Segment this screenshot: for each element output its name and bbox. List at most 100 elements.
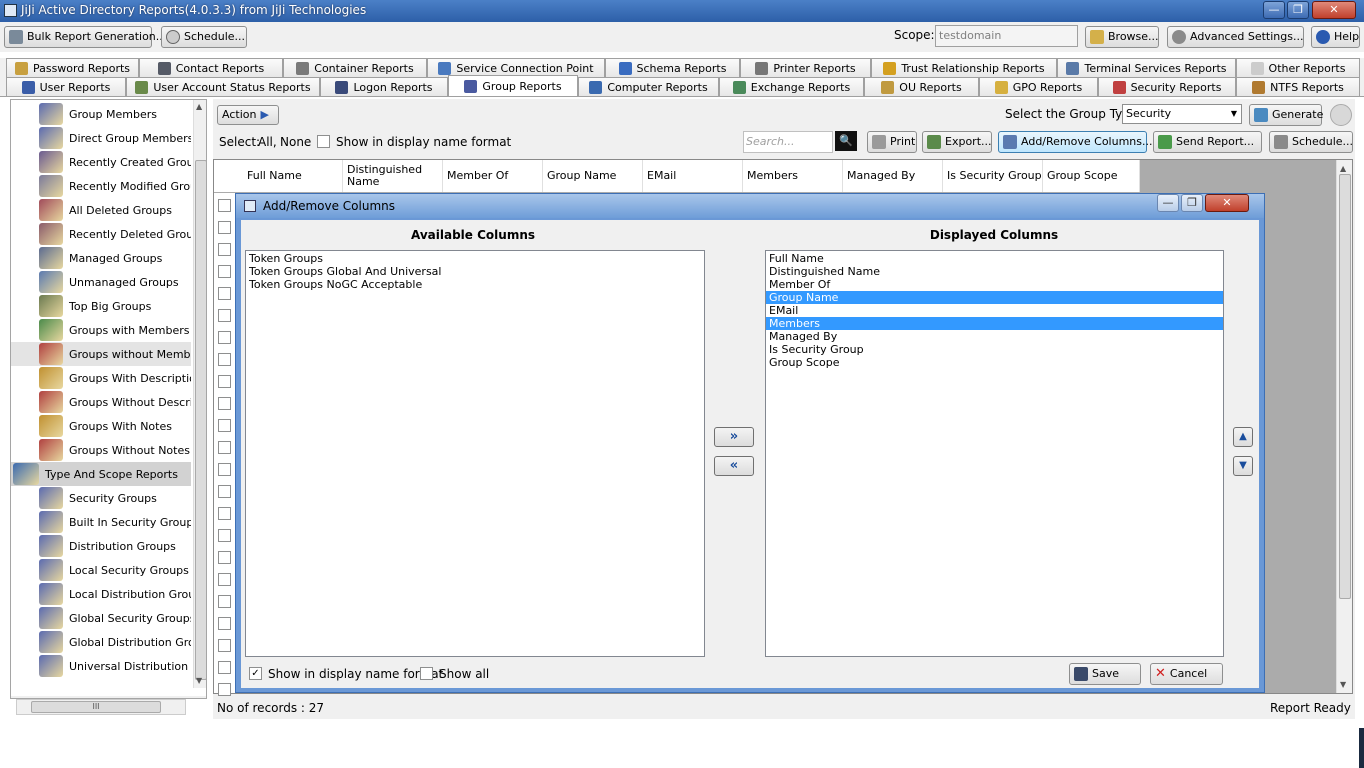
row-checkbox[interactable]: [218, 441, 231, 454]
scroll-up-arrow-icon[interactable]: ▲: [196, 102, 202, 111]
list-item[interactable]: Group Name: [766, 291, 1223, 304]
sidebar-item[interactable]: Recently Created Groups: [11, 150, 191, 174]
tab-security-reports[interactable]: Security Reports: [1098, 77, 1236, 96]
row-checkbox[interactable]: [218, 221, 231, 234]
tab-printer-reports[interactable]: Printer Reports: [740, 58, 871, 77]
tab-container-reports[interactable]: Container Reports: [283, 58, 427, 77]
sidebar-item[interactable]: Local Security Groups: [11, 558, 191, 582]
sidebar-item[interactable]: Groups without Members: [11, 342, 191, 366]
sidebar-item[interactable]: Type And Scope Reports: [11, 462, 191, 486]
displayed-columns-list[interactable]: Full Name Distinguished Name Member Of Grou…: [765, 250, 1224, 657]
list-item[interactable]: Member Of: [766, 278, 1223, 291]
export-button[interactable]: Export...: [922, 131, 992, 153]
tab-exchange-reports[interactable]: Exchange Reports: [719, 77, 864, 96]
sidebar-item[interactable]: Groups Without Description: [11, 390, 191, 414]
sidebar-item[interactable]: Built In Security Groups: [11, 510, 191, 534]
sidebar-item[interactable]: Unmanaged Groups: [11, 270, 191, 294]
move-up-button[interactable]: ▲: [1233, 427, 1253, 447]
col-header-distinguished-name[interactable]: Distinguished Name: [343, 160, 443, 192]
sidebar-item[interactable]: Groups With Description: [11, 366, 191, 390]
row-checkbox[interactable]: [218, 551, 231, 564]
row-checkbox[interactable]: [218, 463, 231, 476]
list-item[interactable]: Managed By: [766, 330, 1223, 343]
sidebar-item[interactable]: Direct Group Members: [11, 126, 191, 150]
tab-trust-relationship-reports[interactable]: Trust Relationship Reports: [871, 58, 1057, 77]
add-columns-button[interactable]: »: [714, 427, 754, 447]
row-checkbox[interactable]: [218, 375, 231, 388]
display-name-checkbox[interactable]: [317, 135, 330, 148]
row-checkbox[interactable]: [218, 529, 231, 542]
sidebar-item[interactable]: Groups with Members: [11, 318, 191, 342]
tab-computer-reports[interactable]: Computer Reports: [578, 77, 719, 96]
tree-scroll-thumb[interactable]: [195, 160, 206, 680]
sidebar-item[interactable]: Groups With Notes: [11, 414, 191, 438]
tree-horizontal-scrollbar[interactable]: III: [16, 699, 186, 715]
group-type-select[interactable]: Security ▼: [1122, 104, 1242, 124]
remove-columns-button[interactable]: «: [714, 456, 754, 476]
row-checkbox[interactable]: [218, 265, 231, 278]
action-button[interactable]: Action ▶: [217, 105, 279, 125]
tree-vertical-scrollbar[interactable]: ▲ ▼: [193, 100, 206, 688]
row-checkbox[interactable]: [218, 397, 231, 410]
add-remove-columns-button[interactable]: Add/Remove Columns...: [998, 131, 1152, 153]
col-header-is-security-group[interactable]: Is Security Group: [943, 160, 1043, 192]
col-header-member-of[interactable]: Member Of: [443, 160, 543, 192]
row-checkbox[interactable]: [218, 419, 231, 432]
sidebar-item[interactable]: Top Big Groups: [11, 294, 191, 318]
minimize-button[interactable]: —: [1263, 1, 1285, 19]
restore-button[interactable]: ❐: [1287, 1, 1309, 19]
scroll-down-arrow-icon[interactable]: ▼: [196, 676, 202, 685]
tab-gpo-reports[interactable]: GPO Reports: [979, 77, 1098, 96]
list-item[interactable]: Members: [766, 317, 1223, 330]
tab-group-reports[interactable]: Group Reports: [448, 75, 578, 96]
tree-hscroll-thumb[interactable]: III: [31, 701, 161, 713]
bulk-report-button[interactable]: Bulk Report Generation...: [4, 26, 166, 48]
sidebar-item[interactable]: Local Distribution Groups: [11, 582, 191, 606]
sidebar-item[interactable]: All Deleted Groups: [11, 198, 191, 222]
row-checkbox[interactable]: [218, 353, 231, 366]
dialog-restore-button[interactable]: ❐: [1181, 194, 1203, 212]
available-columns-list[interactable]: Token Groups Token Groups Global And Univ…: [245, 250, 705, 657]
col-header-group-name[interactable]: Group Name: [543, 160, 643, 192]
sidebar-item[interactable]: Distribution Groups: [11, 534, 191, 558]
sidebar-item[interactable]: Security Groups: [11, 486, 191, 510]
row-checkbox[interactable]: [218, 573, 231, 586]
grid-vertical-scrollbar[interactable]: ▲ ▼: [1336, 160, 1352, 693]
tab-ntfs-reports[interactable]: NTFS Reports: [1236, 77, 1360, 96]
row-checkbox[interactable]: [218, 199, 231, 212]
list-item[interactable]: Full Name: [766, 252, 1223, 265]
tab-terminal-services-reports[interactable]: Terminal Services Reports: [1057, 58, 1236, 77]
row-checkbox[interactable]: [218, 683, 231, 696]
print-button[interactable]: Print: [867, 131, 917, 153]
list-item[interactable]: Token Groups Global And Universal: [246, 265, 704, 278]
tab-schema-reports[interactable]: Schema Reports: [605, 58, 740, 77]
cancel-button[interactable]: ✕ Cancel: [1150, 663, 1223, 685]
send-report-button[interactable]: Send Report...: [1153, 131, 1262, 153]
dialog-minimize-button[interactable]: —: [1157, 194, 1179, 212]
advanced-settings-button[interactable]: Advanced Settings...: [1167, 26, 1304, 48]
scope-input[interactable]: testdomain: [935, 25, 1078, 47]
sidebar-item[interactable]: Universal Distribution Groups: [11, 654, 191, 678]
row-checkbox[interactable]: [218, 287, 231, 300]
col-header-email[interactable]: EMail: [643, 160, 743, 192]
row-checkbox[interactable]: [218, 331, 231, 344]
sidebar-item[interactable]: Group Members: [11, 102, 191, 126]
col-header-full-name[interactable]: Full Name: [243, 160, 343, 192]
move-down-button[interactable]: ▼: [1233, 456, 1253, 476]
report-schedule-button[interactable]: Schedule...: [1269, 131, 1353, 153]
browse-button[interactable]: Browse...: [1085, 26, 1159, 48]
list-item[interactable]: Token Groups: [246, 252, 704, 265]
tab-logon-reports[interactable]: Logon Reports: [320, 77, 448, 96]
col-header-group-scope[interactable]: Group Scope: [1043, 160, 1140, 192]
list-item[interactable]: Token Groups NoGC Acceptable: [246, 278, 704, 291]
sidebar-item[interactable]: Recently Deleted Groups: [11, 222, 191, 246]
list-item[interactable]: Distinguished Name: [766, 265, 1223, 278]
row-checkbox[interactable]: [218, 661, 231, 674]
sidebar-item[interactable]: Groups Without Notes: [11, 438, 191, 462]
search-icon[interactable]: 🔍: [835, 131, 857, 151]
tab-other-reports[interactable]: Other Reports: [1236, 58, 1360, 77]
col-header-managed-by[interactable]: Managed By: [843, 160, 943, 192]
row-checkbox[interactable]: [218, 507, 231, 520]
search-input[interactable]: Search...: [743, 131, 833, 153]
row-checkbox[interactable]: [218, 595, 231, 608]
